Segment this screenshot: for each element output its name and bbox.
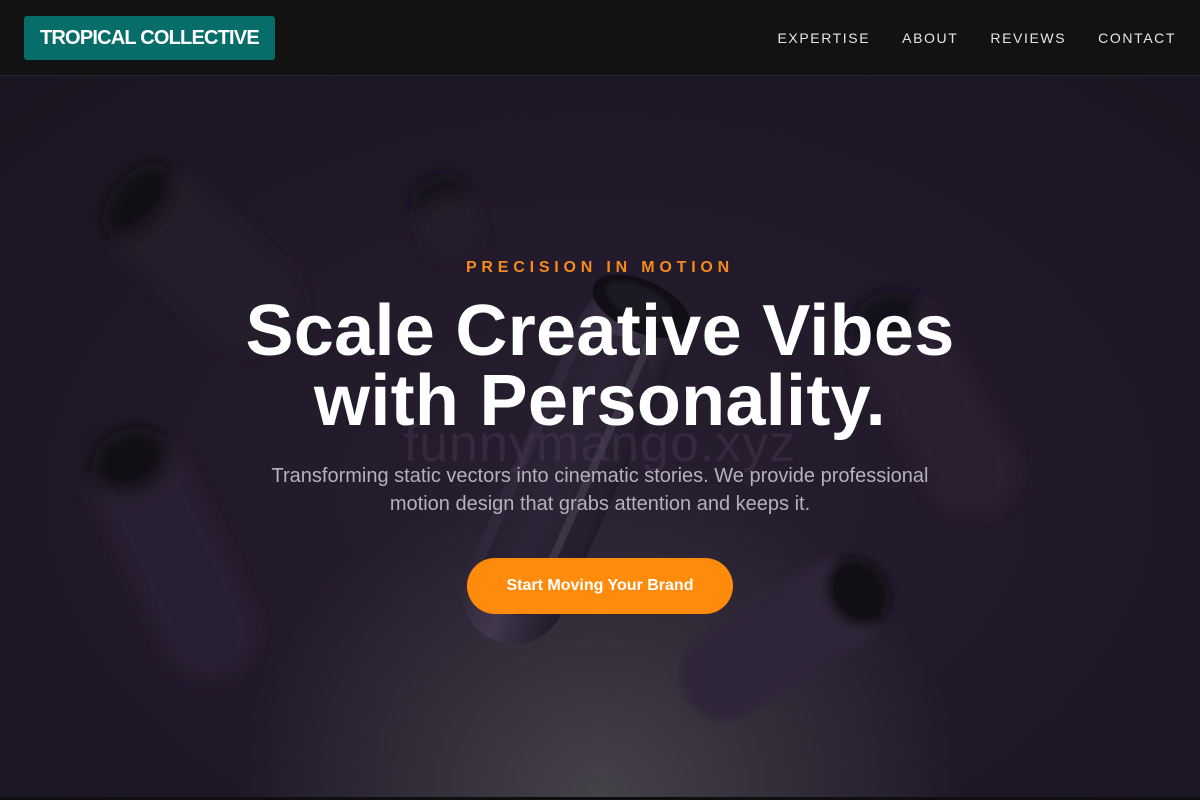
brand-logo[interactable]: TROPICAL COLLECTIVE <box>24 16 275 60</box>
nav-link-about[interactable]: ABOUT <box>902 30 958 46</box>
start-moving-brand-button[interactable]: Start Moving Your Brand <box>467 558 733 614</box>
subtitle-line-1: Transforming static vectors into cinemat… <box>271 465 929 487</box>
top-navbar: TROPICAL COLLECTIVE EXPERTISE ABOUT REVI… <box>0 0 1200 76</box>
hero-kicker: PRECISION IN MOTION <box>465 259 735 276</box>
hero-subtitle: Transforming static vectors into cinemat… <box>250 462 950 518</box>
nav-link-contact[interactable]: CONTACT <box>1098 30 1176 46</box>
nav-link-expertise[interactable]: EXPERTISE <box>777 30 870 46</box>
hero-section: funnymango.xyz PRECISION IN MOTION Scale… <box>0 76 1200 798</box>
subtitle-line-2: motion design that grabs attention and k… <box>389 493 811 515</box>
hero-headline: Scale Creative Vibes with Personality. <box>200 295 1000 437</box>
headline-line-1: Scale Creative Vibes <box>245 291 955 371</box>
headline-line-2: with Personality. <box>314 361 886 441</box>
nav-menu: EXPERTISE ABOUT REVIEWS CONTACT <box>777 0 1176 76</box>
nav-link-reviews[interactable]: REVIEWS <box>990 30 1066 46</box>
hero-content: PRECISION IN MOTION Scale Creative Vibes… <box>0 258 1200 614</box>
